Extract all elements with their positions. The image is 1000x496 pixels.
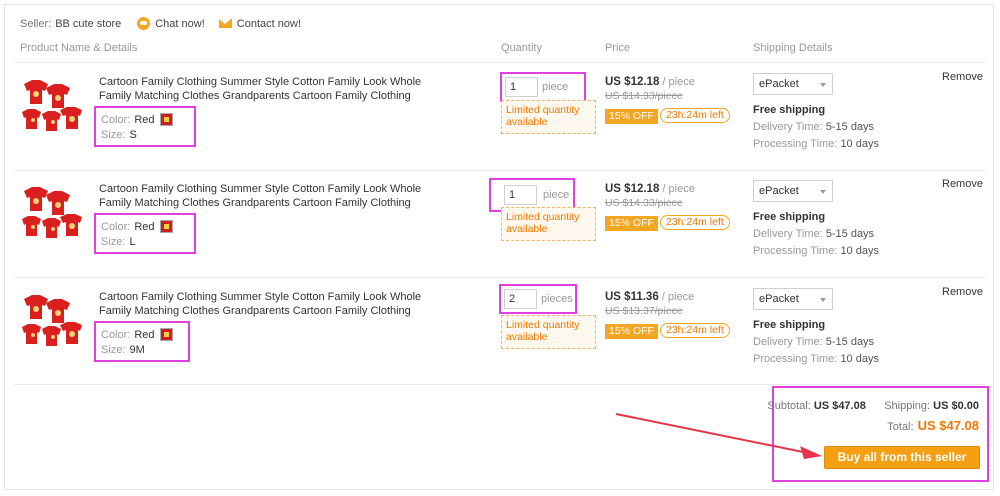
annotation-arrow	[615, 413, 822, 459]
